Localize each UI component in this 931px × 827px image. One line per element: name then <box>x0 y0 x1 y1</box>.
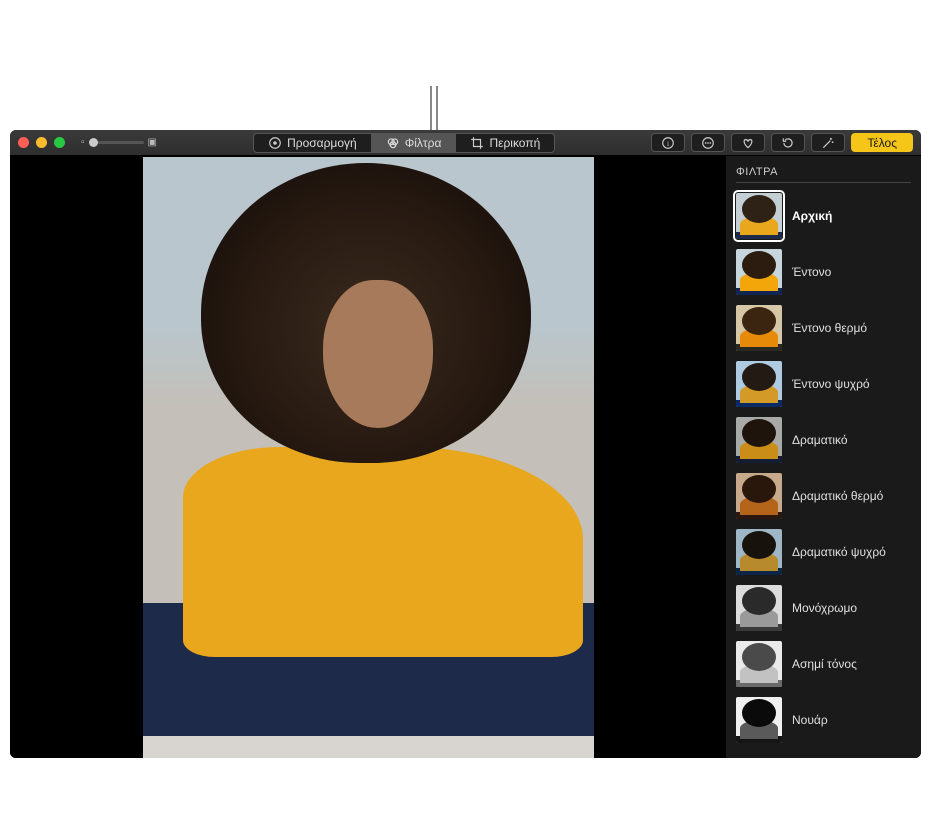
more-button[interactable] <box>691 133 725 152</box>
editor-content: ΦΙΛΤΡΑ Αρχική Έντονο Έντονο θερμό Έντονο ψυ… <box>10 156 921 758</box>
rotate-button[interactable] <box>771 133 805 152</box>
filter-item[interactable]: Έντονο <box>736 249 911 295</box>
filter-label: Δραματικό <box>792 433 848 447</box>
zoom-slider[interactable]: ▫ ▣ <box>81 137 157 148</box>
rotate-icon <box>781 136 795 150</box>
filter-item[interactable]: Νουάρ <box>736 697 911 743</box>
filter-thumbnail <box>736 585 782 631</box>
filter-label: Έντονο <box>792 265 831 279</box>
tab-adjust[interactable]: Προσαρμογή <box>254 134 372 152</box>
tab-crop[interactable]: Περικοπή <box>456 134 554 152</box>
filter-item[interactable]: Δραματικό ψυχρό <box>736 529 911 575</box>
filter-thumbnail <box>736 529 782 575</box>
filter-item[interactable]: Έντονο θερμό <box>736 305 911 351</box>
toolbar: ▫ ▣ Προσαρμογή Φίλτρα Περικοπή i <box>10 130 921 156</box>
filter-list: Αρχική Έντονο Έντονο θερμό Έντονο ψυχρό Δραμ… <box>736 193 911 743</box>
filters-sidebar: ΦΙΛΤΡΑ Αρχική Έντονο Έντονο θερμό Έντονο ψυ… <box>726 156 921 758</box>
filter-item[interactable]: Έντονο ψυχρό <box>736 361 911 407</box>
sidebar-title: ΦΙΛΤΡΑ <box>736 166 911 183</box>
adjust-icon <box>268 136 282 150</box>
window-controls <box>18 137 65 148</box>
tab-filters[interactable]: Φίλτρα <box>372 134 457 152</box>
fullscreen-window-button[interactable] <box>54 137 65 148</box>
svg-text:i: i <box>667 138 669 147</box>
filter-item[interactable]: Ασημί τόνος <box>736 641 911 687</box>
tab-crop-label: Περικοπή <box>489 136 540 150</box>
close-window-button[interactable] <box>18 137 29 148</box>
filter-thumbnail <box>736 473 782 519</box>
photo-preview <box>143 157 594 758</box>
filters-icon <box>386 136 400 150</box>
filter-label: Ασημί τόνος <box>792 657 857 671</box>
filter-item[interactable]: Αρχική <box>736 193 911 239</box>
filter-thumbnail <box>736 697 782 743</box>
done-label: Τέλος <box>867 136 897 150</box>
filter-thumbnail <box>736 249 782 295</box>
filter-thumbnail <box>736 641 782 687</box>
filter-thumbnail <box>736 193 782 239</box>
zoom-fit-icon: ▣ <box>148 137 157 148</box>
zoom-out-icon: ▫ <box>81 137 85 148</box>
filter-label: Έντονο θερμό <box>792 321 867 335</box>
filter-item[interactable]: Μονόχρωμο <box>736 585 911 631</box>
auto-enhance-button[interactable] <box>811 133 845 152</box>
info-button[interactable]: i <box>651 133 685 152</box>
filter-label: Δραματικό ψυχρό <box>792 545 886 559</box>
canvas-area[interactable] <box>10 156 726 758</box>
filter-thumbnail <box>736 305 782 351</box>
filter-label: Δραματικό θερμό <box>792 489 883 503</box>
favorite-button[interactable] <box>731 133 765 152</box>
filter-item[interactable]: Δραματικό <box>736 417 911 463</box>
done-button[interactable]: Τέλος <box>851 133 913 152</box>
app-window: ▫ ▣ Προσαρμογή Φίλτρα Περικοπή i <box>10 130 921 758</box>
heart-icon <box>741 136 755 150</box>
edit-mode-tabs: Προσαρμογή Φίλτρα Περικοπή <box>253 133 555 153</box>
filter-label: Αρχική <box>792 209 832 223</box>
filter-label: Έντονο ψυχρό <box>792 377 870 391</box>
crop-icon <box>470 136 484 150</box>
more-icon <box>701 136 715 150</box>
filter-label: Μονόχρωμο <box>792 601 857 615</box>
tab-filters-label: Φίλτρα <box>405 136 442 150</box>
filter-item[interactable]: Δραματικό θερμό <box>736 473 911 519</box>
minimize-window-button[interactable] <box>36 137 47 148</box>
filter-label: Νουάρ <box>792 713 828 727</box>
filter-thumbnail <box>736 361 782 407</box>
info-icon: i <box>661 136 675 150</box>
filter-thumbnail <box>736 417 782 463</box>
tab-adjust-label: Προσαρμογή <box>287 136 357 150</box>
wand-icon <box>821 136 835 150</box>
toolbar-right: i Τέλος <box>651 133 913 152</box>
